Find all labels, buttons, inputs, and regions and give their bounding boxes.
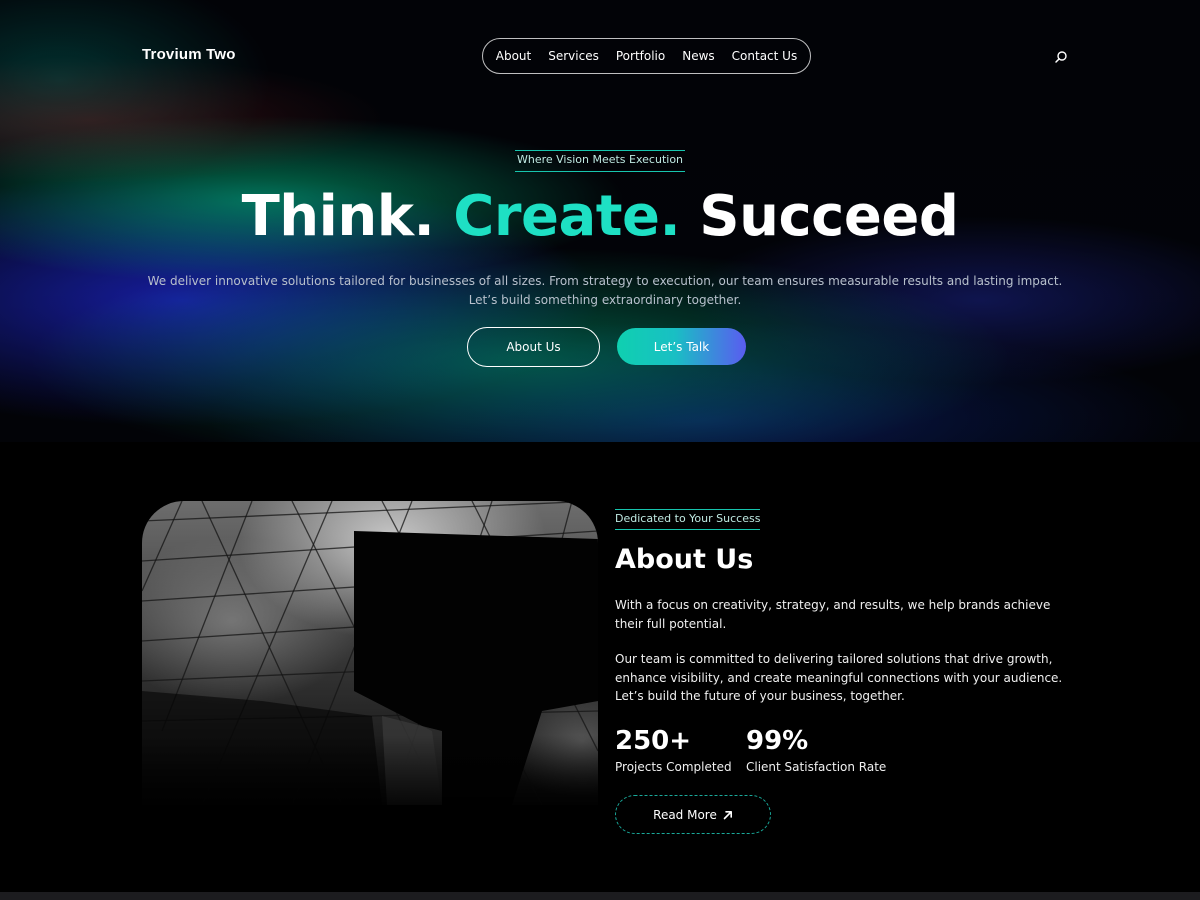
nav-item-services[interactable]: Services bbox=[548, 49, 599, 63]
about-title: About Us bbox=[615, 544, 754, 575]
stat-value: 99% bbox=[746, 726, 809, 756]
hero-section: Trovium Two About Services Portfolio New… bbox=[0, 0, 1200, 442]
about-us-button[interactable]: About Us bbox=[467, 327, 600, 367]
about-image bbox=[142, 501, 598, 805]
about-section: Dedicated to Your Success About Us With … bbox=[0, 442, 1200, 892]
nav-item-news[interactable]: News bbox=[682, 49, 714, 63]
lets-talk-button[interactable]: Let’s Talk bbox=[617, 328, 746, 365]
headline-think: Think. bbox=[241, 184, 435, 249]
arrow-up-right-icon bbox=[723, 810, 732, 819]
read-more-label: Read More bbox=[653, 807, 717, 822]
nav-item-contact-us[interactable]: Contact Us bbox=[732, 49, 798, 63]
page-bottom-strip bbox=[0, 892, 1200, 900]
hero-eyebrow: Where Vision Meets Execution bbox=[514, 150, 686, 172]
stat-value: 250+ bbox=[615, 726, 692, 756]
site-logo[interactable]: Trovium Two bbox=[142, 46, 236, 63]
site-header: Trovium Two About Services Portfolio New… bbox=[0, 38, 1200, 74]
main-nav: About Services Portfolio News Contact Us bbox=[482, 38, 811, 74]
search-icon[interactable] bbox=[1054, 49, 1068, 63]
about-eyebrow: Dedicated to Your Success bbox=[615, 509, 761, 530]
architecture-illustration bbox=[142, 501, 598, 805]
about-paragraph-2: Our team is committed to delivering tail… bbox=[615, 652, 1063, 703]
stat-label: Projects Completed bbox=[615, 760, 732, 774]
hero-eyebrow-wrap: Where Vision Meets Execution bbox=[0, 148, 1200, 172]
about-paragraph-1: With a focus on creativity, strategy, an… bbox=[615, 598, 1051, 631]
nav-item-about[interactable]: About bbox=[496, 49, 531, 63]
hero-description: We deliver innovative solutions tailored… bbox=[147, 274, 1063, 307]
headline-succeed: Succeed bbox=[699, 184, 959, 249]
stat-satisfaction: 99% Client Satisfaction Rate bbox=[746, 724, 886, 776]
hero-headline: Think. Create. Succeed bbox=[0, 182, 1200, 252]
nav-item-portfolio[interactable]: Portfolio bbox=[616, 49, 665, 63]
stat-label: Client Satisfaction Rate bbox=[746, 760, 887, 774]
read-more-button[interactable]: Read More bbox=[615, 795, 771, 834]
headline-create: Create. bbox=[453, 184, 681, 249]
stat-projects: 250+ Projects Completed bbox=[615, 724, 732, 776]
